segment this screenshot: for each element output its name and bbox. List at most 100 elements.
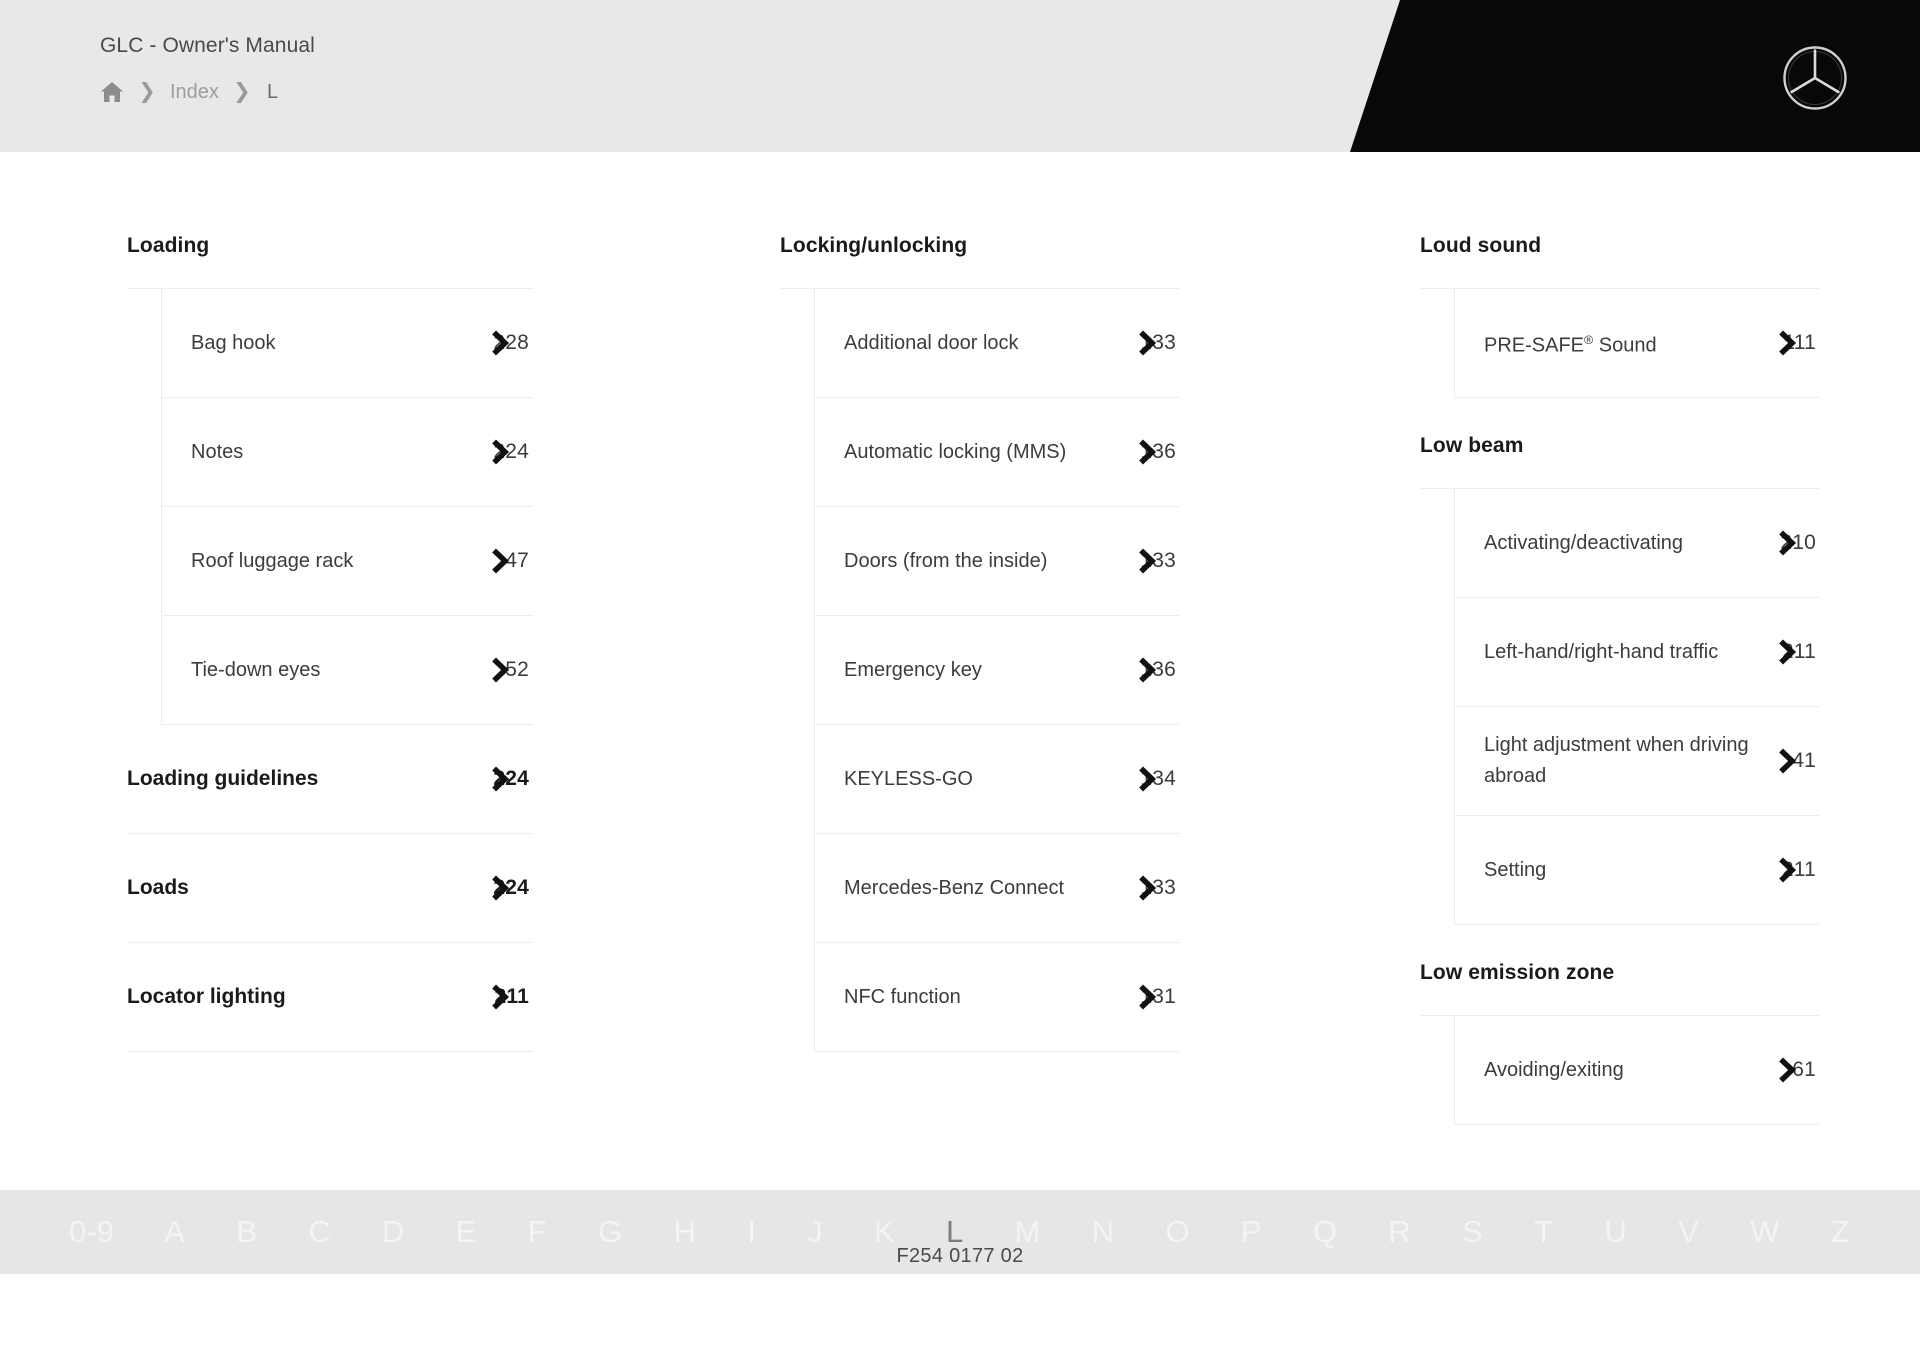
list-item[interactable]: NFC function 131 — [815, 943, 1180, 1052]
entry-label: PRE-SAFE® Sound — [1484, 332, 1657, 357]
alphabet-link-t[interactable]: T — [1509, 1215, 1579, 1249]
alphabet-link-n[interactable]: N — [1067, 1215, 1141, 1249]
list-item[interactable]: Mercedes-Benz Connect 133 — [815, 834, 1180, 943]
alphabet-link-w[interactable]: W — [1725, 1215, 1806, 1249]
entry-label: Left-hand/right-hand traffic — [1484, 640, 1719, 663]
page-reference[interactable]: 61 — [1760, 1057, 1816, 1083]
alphabet-link-d[interactable]: D — [357, 1215, 431, 1249]
page-reference[interactable]: 211 — [473, 984, 529, 1010]
alphabet-link-k[interactable]: K — [849, 1215, 921, 1249]
sublist-inner: Additional door lock 133 Automatic locki… — [814, 289, 1180, 1052]
page-reference[interactable]: 134 — [1120, 766, 1176, 792]
list-item[interactable]: Activating/deactivating 210 — [1455, 489, 1820, 598]
list-item[interactable]: Setting 211 — [1455, 816, 1820, 925]
list-item[interactable]: Loads 224 — [127, 834, 533, 943]
list-item[interactable]: Avoiding/exiting 61 — [1455, 1016, 1820, 1125]
entry-label: Roof luggage rack — [191, 549, 354, 572]
entry-label: Automatic locking (MMS) — [844, 440, 1067, 463]
sublist-low-beam: Activating/deactivating 210 Left-hand/ri… — [1420, 488, 1820, 925]
alphabet-link-g[interactable]: G — [573, 1215, 648, 1249]
page-reference[interactable]: 131 — [1120, 984, 1176, 1010]
entry-label: Loads — [127, 876, 189, 899]
page-reference[interactable]: 47 — [473, 548, 529, 574]
alphabet-link-r[interactable]: R — [1363, 1215, 1437, 1249]
alphabet-link-h[interactable]: H — [648, 1215, 722, 1249]
page-reference[interactable]: 133 — [1120, 330, 1176, 356]
list-item[interactable]: Roof luggage rack 47 — [162, 507, 533, 616]
list-item[interactable]: Loading guidelines 224 — [127, 725, 533, 834]
alphabet-link-09[interactable]: 0-9 — [44, 1215, 139, 1249]
page-reference[interactable]: 111 — [1760, 330, 1816, 356]
alphabet-link-p[interactable]: P — [1216, 1215, 1288, 1249]
list-item[interactable]: Bag hook 228 — [162, 289, 533, 398]
alphabet-link-q[interactable]: Q — [1288, 1215, 1363, 1249]
page-number: 136 — [1140, 658, 1176, 681]
alphabet-link-b[interactable]: B — [211, 1215, 283, 1249]
entry-label: Locator lighting — [127, 985, 286, 1008]
group-heading-loading: Loading — [127, 234, 210, 257]
page-number: 136 — [1140, 440, 1176, 463]
index-content: Loading Bag hook 228 Notes 224 Roof lugg… — [0, 152, 1920, 1274]
list-item[interactable]: KEYLESS-GO 134 — [815, 725, 1180, 834]
page-reference[interactable]: 136 — [1120, 657, 1176, 683]
page-reference[interactable]: 224 — [473, 766, 529, 792]
list-item[interactable]: Light adjustment when driving abroad 41 — [1455, 707, 1820, 816]
page-number: 133 — [1140, 331, 1176, 354]
entry-label: Emergency key — [844, 658, 982, 681]
manual-title: GLC - Owner's Manual — [100, 34, 315, 57]
alphabet-link-i[interactable]: I — [722, 1215, 782, 1249]
page-number: 111 — [1783, 331, 1816, 354]
alphabet-link-z[interactable]: Z — [1806, 1215, 1876, 1249]
entry-label: Doors (from the inside) — [844, 549, 1048, 572]
page-reference[interactable]: 211 — [1760, 857, 1816, 883]
list-item[interactable]: Automatic locking (MMS) 136 — [815, 398, 1180, 507]
entry-label: Tie-down eyes — [191, 658, 321, 681]
page-number: 211 — [1781, 858, 1816, 881]
alphabet-link-m[interactable]: M — [989, 1215, 1066, 1249]
group-heading-locking-unlocking: Locking/unlocking — [780, 234, 968, 257]
alphabet-link-o[interactable]: O — [1140, 1215, 1215, 1249]
alphabet-link-c[interactable]: C — [283, 1215, 357, 1249]
entry-label: Activating/deactivating — [1484, 531, 1684, 554]
page-reference[interactable]: 133 — [1120, 875, 1176, 901]
list-item[interactable]: Notes 224 — [162, 398, 533, 507]
alphabet-link-l[interactable]: L — [921, 1215, 990, 1249]
alphabet-link-v[interactable]: V — [1653, 1215, 1725, 1249]
page-number: 52 — [505, 658, 529, 681]
alphabet-link-f[interactable]: F — [503, 1215, 573, 1249]
page-reference[interactable]: 211 — [1760, 639, 1816, 665]
sublist-low-emission-zone: Avoiding/exiting 61 — [1420, 1015, 1820, 1125]
page-reference[interactable]: 224 — [473, 439, 529, 465]
list-item[interactable]: Additional door lock 133 — [815, 289, 1180, 398]
list-item[interactable]: PRE-SAFE® Sound 111 — [1455, 289, 1820, 398]
page-reference[interactable]: 224 — [473, 875, 529, 901]
breadcrumb-item-l: L — [266, 81, 279, 103]
page-number: 47 — [505, 549, 529, 572]
alphabet-link-s[interactable]: S — [1437, 1215, 1509, 1249]
home-icon[interactable] — [100, 81, 124, 103]
page-reference[interactable]: 228 — [473, 330, 529, 356]
page-number: 133 — [1140, 549, 1176, 572]
page-header: GLC - Owner's Manual ❯ Index ❯ L — [0, 0, 1920, 152]
list-item[interactable]: Doors (from the inside) 133 — [815, 507, 1180, 616]
list-item[interactable]: Tie-down eyes 52 — [162, 616, 533, 725]
document-code: F254 0177 02 — [896, 1245, 1024, 1267]
list-item[interactable]: Emergency key 136 — [815, 616, 1180, 725]
list-item[interactable]: Left-hand/right-hand traffic 211 — [1455, 598, 1820, 707]
alphabet-link-j[interactable]: J — [782, 1215, 849, 1249]
page-reference[interactable]: 210 — [1760, 530, 1816, 556]
page-reference[interactable]: 41 — [1760, 748, 1816, 774]
page-reference[interactable]: 52 — [473, 657, 529, 683]
entry-label: Additional door lock — [844, 331, 1019, 354]
page-reference[interactable]: 133 — [1120, 548, 1176, 574]
list-item[interactable]: Locator lighting 211 — [127, 943, 533, 1052]
breadcrumb-separator-1: ❯ — [138, 80, 156, 103]
index-column-1: Loading Bag hook 228 Notes 224 Roof lugg… — [0, 152, 640, 1125]
entry-label: KEYLESS-GO — [844, 767, 973, 790]
alphabet-link-e[interactable]: E — [431, 1215, 503, 1249]
entry-label: Mercedes-Benz Connect — [844, 876, 1065, 899]
breadcrumb-item-index[interactable]: Index — [170, 81, 219, 103]
alphabet-link-a[interactable]: A — [139, 1215, 211, 1249]
page-reference[interactable]: 136 — [1120, 439, 1176, 465]
alphabet-link-u[interactable]: U — [1579, 1215, 1653, 1249]
